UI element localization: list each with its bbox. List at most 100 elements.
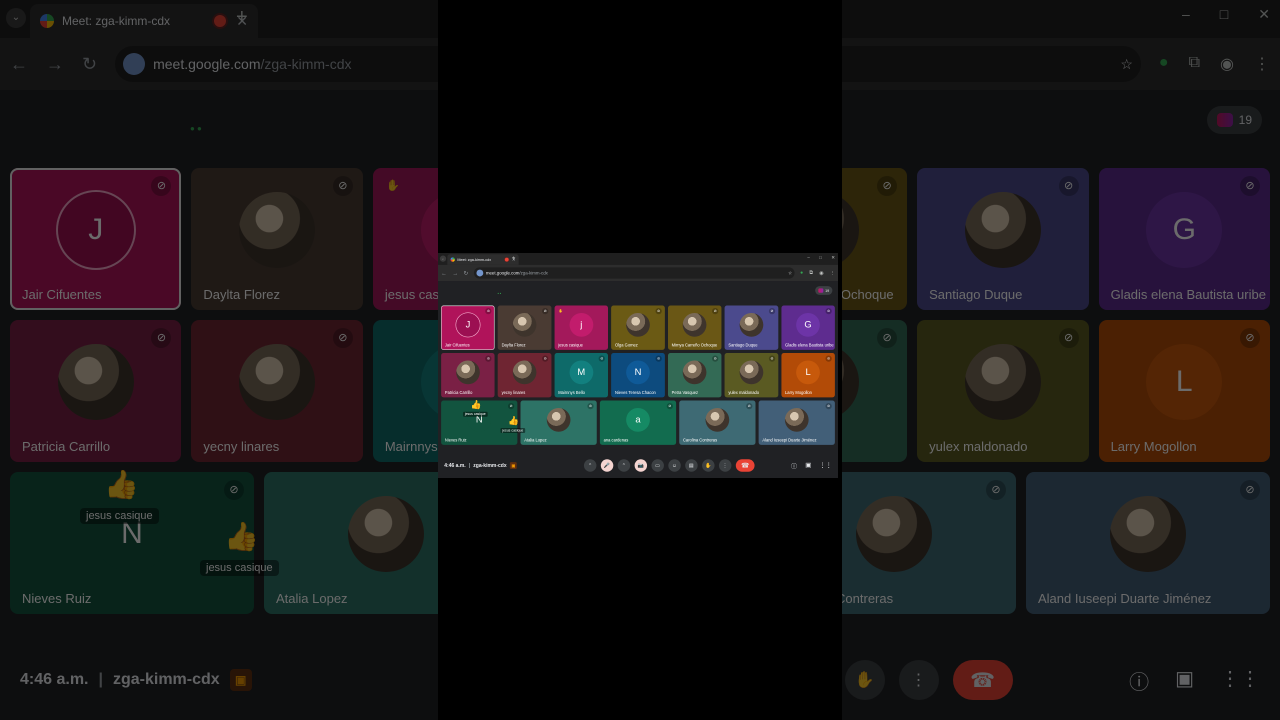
mic-muted-icon: ⊘ xyxy=(666,403,673,410)
extension-icon[interactable]: ● xyxy=(800,270,803,276)
chat-icon[interactable]: ▣ xyxy=(805,461,811,470)
close-window-button[interactable]: ✕ xyxy=(831,255,835,260)
participant-name: Larry Mogollon xyxy=(785,390,812,395)
end-call-button[interactable]: ☎ xyxy=(735,459,755,472)
tab-meet[interactable]: Meet: zga-kimm-cdx ✕ xyxy=(447,254,519,265)
participant-tile[interactable]: ⊘ Olga Gomez xyxy=(611,305,665,350)
tab-meet[interactable]: Meet: zga-kimm-cdx ✕ xyxy=(30,4,258,38)
end-call-button[interactable]: ☎ xyxy=(952,660,1013,700)
back-icon[interactable]: ← xyxy=(441,270,447,277)
participant-name: jesus casique xyxy=(558,342,583,348)
raise-hand-button[interactable]: ✋ xyxy=(844,660,885,700)
reaction-overlay: 👍 jesus casique xyxy=(463,399,497,424)
reload-icon[interactable]: ↻ xyxy=(464,270,469,277)
participant-tile[interactable]: J ⊘ Jair Cifuentes xyxy=(441,305,495,350)
participant-tile[interactable]: M ⊘ Mairnnys Bello xyxy=(554,353,609,398)
tab-search-button[interactable]: ⌄ xyxy=(6,8,26,28)
bookmark-star-icon[interactable]: ☆ xyxy=(1120,56,1133,73)
participant-tile[interactable]: N ⊘ Nieves Teresa Chacon xyxy=(611,353,665,398)
new-tab-button[interactable]: + xyxy=(512,255,516,262)
more-options-button[interactable]: ⋮ xyxy=(898,660,939,700)
participant-name: Petra Vasquez xyxy=(671,390,699,395)
minimize-button[interactable]: – xyxy=(807,255,809,260)
mic-muted-icon: ⊘ xyxy=(485,355,492,362)
participant-tile[interactable]: ⊘ Santiago Duque xyxy=(917,168,1089,310)
participant-avatar xyxy=(512,313,537,337)
participant-tile[interactable]: a ⊘ ana cardenas xyxy=(599,400,677,445)
host-controls-icon[interactable]: ▣ xyxy=(229,669,252,691)
maximize-button[interactable]: □ xyxy=(819,255,822,260)
profile-icon[interactable]: ◉ xyxy=(1220,54,1234,74)
meeting-details-icon[interactable]: ⓘ xyxy=(1129,666,1149,695)
profile-icon[interactable]: ◉ xyxy=(819,270,823,276)
mic-toggle-button[interactable]: 🎤 xyxy=(600,459,614,472)
participant-tile[interactable]: L ⊘ Larry Mogollon xyxy=(781,353,835,398)
participant-name: Gladis elena Bautista uribe xyxy=(785,342,834,348)
camera-toggle-button[interactable]: 📷 xyxy=(634,459,647,472)
participant-avatar xyxy=(348,496,424,573)
participant-avatar xyxy=(1110,496,1186,573)
participant-tile[interactable]: J ⊘ Jair Cifuentes xyxy=(10,168,182,310)
participant-count[interactable]: 19 xyxy=(815,286,833,295)
puzzle-icon[interactable]: ⧉ xyxy=(1189,54,1200,74)
menu-icon[interactable]: ⋮ xyxy=(1254,54,1270,74)
more-options-button[interactable]: ⋮ xyxy=(718,459,732,472)
participant-tile[interactable]: ⊘ Petra Vasquez xyxy=(667,353,722,398)
video-options-button[interactable]: ⌃ xyxy=(617,459,631,472)
activities-icon[interactable]: ⋮⋮ xyxy=(1220,666,1260,695)
participant-tile[interactable]: L ⊘ Larry Mogollon xyxy=(1098,320,1270,462)
audio-options-button[interactable]: ⌃ xyxy=(583,459,597,472)
emoji-button[interactable]: ☺ xyxy=(668,459,681,472)
participant-tile[interactable]: ⊘ yulex maldonado xyxy=(724,353,779,398)
raise-hand-button[interactable]: ✋ xyxy=(701,459,715,472)
participant-tile[interactable]: ⊘ Daylta Florez xyxy=(191,168,363,310)
mic-muted-icon: ⊘ xyxy=(1239,328,1260,348)
menu-icon[interactable]: ⋮ xyxy=(830,270,835,276)
mic-muted-icon: ⊘ xyxy=(151,328,172,348)
close-window-button[interactable]: ✕ xyxy=(1258,6,1270,23)
participant-tile[interactable]: ⊘ yecny linares xyxy=(191,320,363,462)
maximize-button[interactable]: □ xyxy=(1220,6,1228,23)
participant-tile[interactable]: G ⊘ Gladis elena Bautista uribe xyxy=(781,305,835,350)
reload-icon[interactable]: ↻ xyxy=(82,54,97,75)
browser-toolbar: ← → ↻ meet.google.com/zga-kimm-cdx ☆ ● ⧉… xyxy=(438,264,838,282)
participant-tile[interactable]: ⊘ Carolina Contreras xyxy=(679,400,756,445)
forward-icon[interactable]: → xyxy=(46,54,64,75)
participant-tile[interactable]: j ✋ jesus casique xyxy=(554,305,609,350)
participant-tile[interactable]: ⊘ Patricia Carrillo xyxy=(10,320,182,462)
present-button[interactable]: ▤ xyxy=(685,459,698,472)
reaction-label: jesus casique xyxy=(500,428,526,433)
extension-icons: ● ⧉ ◉ ⋮ xyxy=(1159,54,1270,74)
participant-tile[interactable]: ⊘ Santiago Duque xyxy=(724,305,779,350)
participant-tile[interactable]: G ⊘ Gladis elena Bautista uribe xyxy=(1098,168,1270,310)
meeting-code: zga-kimm-cdx xyxy=(112,671,220,688)
participant-tile[interactable]: ⊘ Mirnya Carreño Ochoque xyxy=(667,305,722,350)
site-info-icon[interactable] xyxy=(476,269,484,277)
mic-muted-icon: ⊘ xyxy=(485,308,492,315)
participant-tile[interactable]: ⊘ Aland Iuseepi Duarte Jiménez xyxy=(1026,472,1270,614)
participant-tile[interactable]: ⊘ yulex maldonado xyxy=(917,320,1089,462)
host-controls-icon[interactable]: ▣ xyxy=(509,462,517,469)
extension-icon[interactable]: ● xyxy=(1159,54,1169,74)
new-tab-button[interactable]: + xyxy=(236,6,248,29)
participant-tile[interactable]: ⊘ Patricia Carrillo xyxy=(441,353,495,398)
meeting-details-icon[interactable]: ⓘ xyxy=(791,461,797,470)
forward-icon[interactable]: → xyxy=(452,270,458,277)
participant-tile[interactable]: ⊘ Daylta Florez xyxy=(497,305,552,350)
captions-button[interactable]: ▭ xyxy=(651,459,664,472)
chat-icon[interactable]: ▣ xyxy=(1175,666,1194,695)
tab-search-button[interactable]: ⌄ xyxy=(439,255,447,262)
participant-count[interactable]: 19 xyxy=(1206,106,1262,134)
url-domain: meet.google.com xyxy=(485,270,520,276)
clock: 4:46 a.m. xyxy=(444,462,466,468)
mic-muted-icon: ⊘ xyxy=(986,480,1006,500)
participant-tile[interactable]: ⊘ yecny linares xyxy=(497,353,552,398)
minimize-button[interactable]: – xyxy=(1182,6,1190,23)
bookmark-star-icon[interactable]: ☆ xyxy=(788,270,792,275)
puzzle-icon[interactable]: ⧉ xyxy=(809,270,813,276)
participant-tile[interactable]: ⊘ Aland Iuseepi Duarte Jiménez xyxy=(758,400,835,445)
activities-icon[interactable]: ⋮⋮ xyxy=(819,461,832,470)
back-icon[interactable]: ← xyxy=(10,54,28,75)
site-info-icon[interactable] xyxy=(123,53,146,75)
address-bar[interactable]: meet.google.com/zga-kimm-cdx ☆ xyxy=(473,267,795,279)
